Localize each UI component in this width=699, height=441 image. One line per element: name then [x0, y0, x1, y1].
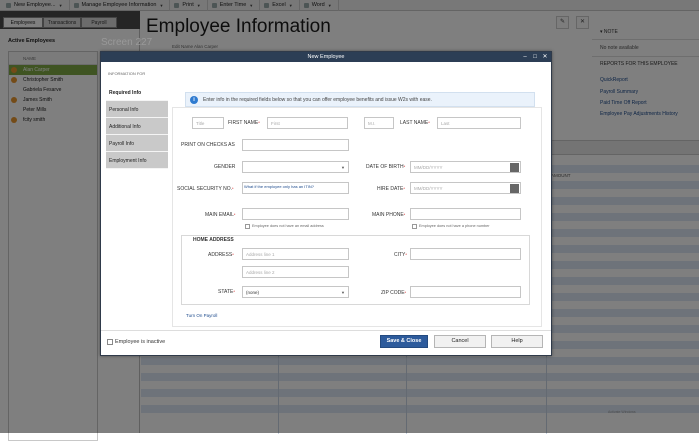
required-marker: *: [258, 120, 260, 125]
last-name-label: LAST NAME*: [400, 120, 430, 126]
no-phone-label: Employee does not have a phone number: [419, 224, 490, 228]
city-field[interactable]: [410, 248, 521, 260]
info-icon: i: [190, 96, 198, 104]
new-employee-dialog: New Employee – □ ✕ INFORMATION FOR Requi…: [100, 51, 552, 356]
chevron-down-icon: ▼: [341, 165, 345, 170]
zip-label-text: ZIP CODE: [381, 290, 405, 296]
required-marker: *: [404, 290, 407, 295]
address-label: ADDRESS*: [208, 252, 234, 258]
nav-employment-info[interactable]: Employment Info: [106, 152, 168, 169]
no-email-label: Employee does not have an email address: [252, 224, 324, 228]
itin-help-link[interactable]: What if the employee only has an ITIN?: [244, 184, 314, 189]
dob-label: DATE OF BIRTH*: [366, 164, 405, 170]
information-for-label: INFORMATION FOR: [108, 71, 146, 76]
state-label-text: STATE: [218, 289, 234, 295]
main-email-label-text: MAIN EMAIL: [205, 212, 234, 218]
first-name-field[interactable]: First: [267, 117, 348, 129]
calendar-icon[interactable]: [510, 184, 519, 193]
dialog-section-nav: Required Info Personal Info Additional I…: [106, 84, 168, 169]
address-line-1-field[interactable]: Address line 1: [242, 248, 349, 260]
hire-date-placeholder: MM/DD/YYYY: [414, 186, 443, 191]
main-phone-field[interactable]: [410, 208, 521, 220]
hire-date-label: HIRE DATE*: [377, 186, 405, 192]
nav-additional-info[interactable]: Additional Info: [106, 118, 168, 135]
maximize-icon[interactable]: □: [531, 53, 539, 61]
screen-label: Screen 227: [101, 37, 153, 48]
main-phone-label-text: MAIN PHONE: [372, 212, 404, 218]
first-name-label-text: FIRST NAME: [228, 120, 259, 126]
chevron-down-icon: ▼: [341, 290, 345, 295]
state-label: STATE*: [218, 289, 235, 295]
required-marker: *: [405, 252, 407, 257]
ssn-label: SOCIAL SECURITY NO.*: [177, 186, 234, 192]
last-name-field[interactable]: Last: [437, 117, 521, 129]
state-value: (none): [246, 290, 260, 295]
address-line-2-field[interactable]: Address line 2: [242, 266, 349, 278]
dialog-title: New Employee: [101, 52, 551, 62]
main-email-label: MAIN EMAIL*: [205, 212, 235, 218]
required-marker: *: [232, 186, 234, 191]
gender-label: GENDER: [214, 164, 236, 170]
info-banner: i Enter info in the required fields belo…: [185, 92, 535, 107]
info-text: Enter info in the required fields below …: [203, 97, 432, 103]
calendar-icon[interactable]: [510, 163, 519, 172]
required-marker: *: [403, 212, 406, 217]
nav-personal-info[interactable]: Personal Info: [106, 101, 168, 118]
last-name-label-text: LAST NAME: [400, 120, 429, 126]
middle-initial-field[interactable]: M.I.: [364, 117, 394, 129]
minimize-icon[interactable]: –: [521, 53, 529, 61]
address-label-text: ADDRESS: [208, 252, 233, 258]
city-label: CITY*: [394, 252, 407, 258]
save-close-button[interactable]: Save & Close: [380, 335, 428, 348]
required-marker: *: [232, 252, 234, 257]
employee-inactive-checkbox[interactable]: [107, 339, 113, 345]
gender-select[interactable]: ▼: [242, 161, 349, 173]
nav-required-info[interactable]: Required Info: [106, 84, 168, 101]
ssn-label-text: SOCIAL SECURITY NO.: [177, 186, 233, 192]
main-email-field[interactable]: [242, 208, 349, 220]
dialog-footer-divider: [101, 330, 551, 331]
cancel-button[interactable]: Cancel: [434, 335, 486, 348]
state-select[interactable]: (none) ▼: [242, 286, 349, 298]
required-marker: *: [403, 164, 406, 169]
required-marker: *: [233, 289, 235, 294]
required-marker: *: [428, 120, 430, 125]
zip-field[interactable]: [410, 286, 521, 298]
dob-label-text: DATE OF BIRTH: [366, 164, 404, 170]
employee-inactive-label: Employee is inactive: [115, 339, 166, 345]
no-email-checkbox[interactable]: [245, 224, 250, 229]
hire-date-label-text: HIRE DATE: [377, 186, 404, 192]
main-phone-label: MAIN PHONE*: [372, 212, 405, 218]
no-phone-checkbox[interactable]: [412, 224, 417, 229]
city-label-text: CITY: [394, 252, 406, 258]
title-field[interactable]: Title: [192, 117, 224, 129]
home-address-header: HOME ADDRESS: [193, 237, 234, 243]
zip-label: ZIP CODE*: [381, 290, 406, 296]
required-marker: *: [233, 212, 236, 217]
print-on-checks-label: PRINT ON CHECKS AS: [181, 142, 235, 148]
help-button[interactable]: Help: [491, 335, 543, 348]
dob-placeholder: MM/DD/YYYY: [414, 165, 443, 170]
dob-field[interactable]: MM/DD/YYYY: [410, 161, 521, 173]
close-icon[interactable]: ✕: [541, 53, 549, 61]
nav-payroll-info[interactable]: Payroll Info: [106, 135, 168, 152]
required-marker: *: [403, 186, 405, 191]
first-name-label: FIRST NAME*: [228, 120, 260, 126]
turn-on-payroll-link[interactable]: Turn On Payroll: [186, 313, 217, 318]
hire-date-field[interactable]: MM/DD/YYYY: [410, 182, 521, 194]
print-on-checks-field[interactable]: [242, 139, 349, 151]
